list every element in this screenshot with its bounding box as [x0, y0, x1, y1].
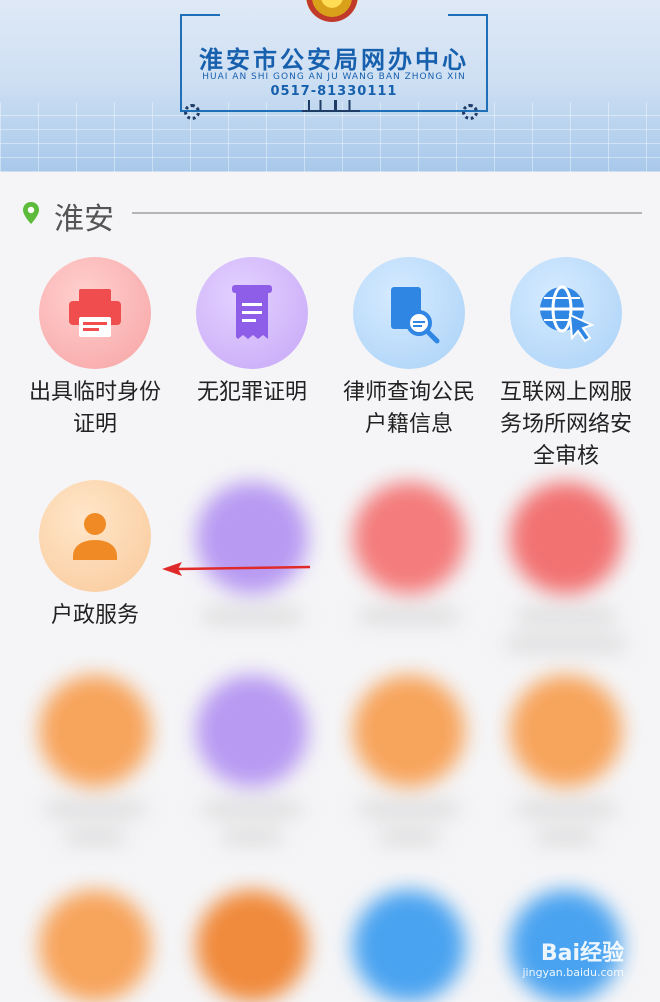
skyline-icon: [302, 100, 360, 112]
document-search-icon: [353, 257, 465, 369]
receipt-icon: [196, 257, 308, 369]
blurred-service: [177, 675, 327, 843]
service-label: 律师查询公民户籍信息: [342, 380, 475, 437]
location-pin-icon: [23, 202, 39, 224]
service-household-registration[interactable]: 户政服务: [20, 480, 170, 632]
service-no-crime-proof[interactable]: 无犯罪证明: [177, 257, 327, 409]
blurred-service: [334, 675, 484, 843]
blurred-service: [491, 482, 641, 650]
city-name[interactable]: 淮安: [54, 194, 114, 238]
service-label: 互联网上网服务场所网络安全审核: [499, 380, 632, 469]
divider-line: [132, 212, 642, 214]
banner-grid-decoration: [0, 102, 660, 172]
baidu-watermark-url: jingyan.baidu.com: [522, 966, 624, 979]
blurred-service: [177, 890, 327, 1002]
header-banner: 淮安市公安局网办中心 HUAI AN SHI GONG AN JU WANG B…: [0, 0, 660, 172]
service-label: 户政服务: [50, 603, 139, 628]
blurred-service: [177, 482, 327, 622]
blurred-service: [334, 482, 484, 622]
baidu-watermark-logo: Bai经验: [540, 941, 624, 966]
gear-icon: [184, 104, 200, 120]
banner-subtitle: HUAI AN SHI GONG AN JU WANG BAN ZHONG XI…: [202, 72, 466, 82]
blurred-service: [491, 675, 641, 843]
blurred-service: [334, 890, 484, 1002]
gear-icon: [462, 104, 478, 120]
service-label: 无犯罪证明: [196, 380, 307, 405]
annotation-arrow-icon: [162, 562, 311, 576]
service-temp-id-proof[interactable]: 出具临时身份证明: [20, 257, 170, 441]
blurred-service: [20, 890, 170, 1002]
service-lawyer-query[interactable]: 律师查询公民户籍信息: [334, 257, 484, 441]
globe-cursor-icon: [510, 257, 622, 369]
blurred-service: [20, 675, 170, 843]
service-internet-cafe-security[interactable]: 互联网上网服务场所网络安全审核: [491, 257, 641, 473]
service-label: 出具临时身份证明: [28, 380, 161, 437]
printer-icon: [39, 257, 151, 369]
location-row: 淮安: [0, 190, 660, 240]
banner-phone: 0517-81330111: [270, 84, 398, 99]
banner-title: 淮安市公安局网办中心: [199, 46, 469, 74]
person-icon: [39, 480, 151, 592]
